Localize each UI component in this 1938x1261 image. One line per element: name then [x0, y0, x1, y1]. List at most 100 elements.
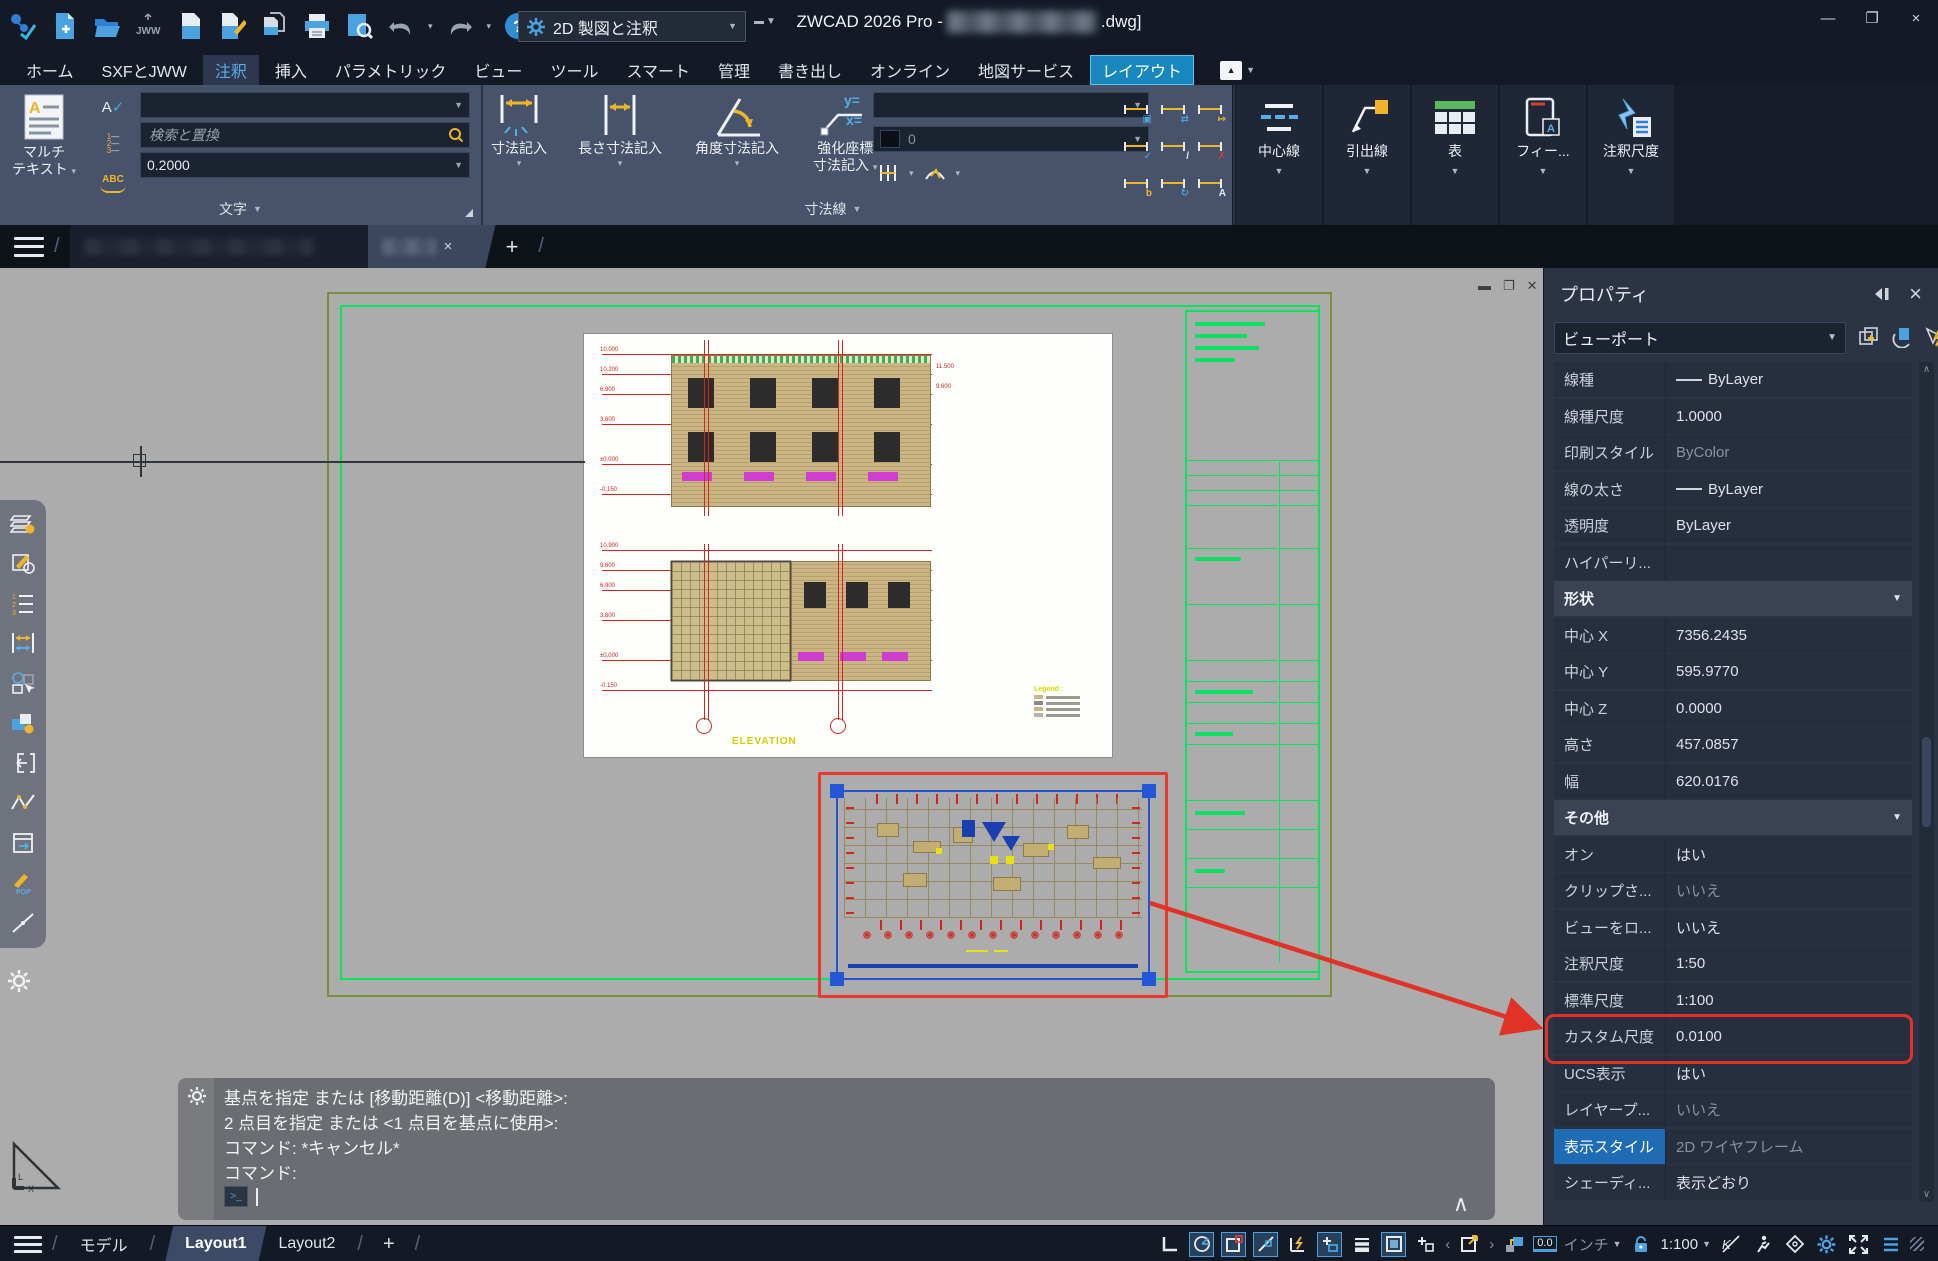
redo-icon[interactable] — [445, 10, 475, 42]
layout-tab-Layout2[interactable]: Layout2 — [266, 1226, 347, 1261]
doc-close-icon[interactable]: ✕ — [1527, 278, 1538, 294]
dim-precision-badge[interactable]: 0.0 — [1533, 1236, 1557, 1252]
properties-scrollbar[interactable]: ∧ ∨ — [1919, 362, 1934, 1202]
ortho-icon[interactable] — [1157, 1232, 1182, 1257]
workspace-dropdown[interactable]: 2D 製図と注釈 ▼ — [518, 11, 746, 42]
property-value[interactable]: 595.9770 — [1666, 654, 1912, 689]
selection-filter-icon[interactable] — [1782, 1232, 1807, 1257]
property-label[interactable]: UCS表示 — [1554, 1055, 1666, 1091]
text-group-label[interactable]: 文字 ▼ — [0, 199, 481, 219]
ribbon-tab-書き出し[interactable]: 書き出し — [766, 55, 854, 85]
redo-dropdown-caret[interactable]: ▾ — [487, 21, 492, 31]
property-value[interactable]: 0.0100 — [1666, 1019, 1912, 1054]
minimize-button[interactable]: — — [1806, 0, 1850, 36]
property-value[interactable]: 0.0000 — [1666, 690, 1912, 726]
property-value[interactable]: ByColor — [1666, 435, 1912, 470]
property-value[interactable]: 620.0176 — [1666, 763, 1912, 799]
document-tab-active[interactable]: × — [367, 225, 496, 268]
resize-grip[interactable] — [1910, 1237, 1924, 1251]
property-label[interactable]: ハイパーリ... — [1554, 544, 1666, 580]
ribbon-tab-地図サービス[interactable]: 地図サービス — [966, 55, 1086, 85]
dim-style-manager-icon[interactable] — [875, 161, 901, 185]
annotation-scale-button[interactable]: 注釈尺度 ▼ — [1588, 85, 1674, 225]
multiline-text-button[interactable]: A マルチ テキスト ▾ — [12, 93, 76, 178]
property-label[interactable]: 注釈尺度 — [1554, 946, 1666, 981]
angular-dimension-button[interactable]: 角度寸法記入 ▾ — [695, 93, 779, 168]
property-value[interactable]: はい — [1666, 836, 1912, 872]
settings-gear-icon[interactable] — [1814, 1232, 1839, 1257]
menu-icon[interactable] — [14, 236, 44, 257]
edit-pencil-icon[interactable] — [10, 550, 37, 575]
dynamic-input-icon[interactable] — [1317, 1231, 1343, 1257]
select-objects-icon[interactable] — [1889, 324, 1914, 349]
ribbon-tab-管理[interactable]: 管理 — [706, 55, 762, 85]
numbered-list-icon[interactable]: 1 2 3 ― ― ― — [100, 131, 126, 155]
property-value[interactable]: いいえ — [1666, 1092, 1912, 1127]
text-arc-icon[interactable]: ABC — [100, 167, 126, 193]
property-value[interactable]: いいえ — [1666, 873, 1912, 908]
ribbon-tab-ツール[interactable]: ツール — [538, 55, 610, 85]
dim-reassociate-icon[interactable]: ↻ — [1155, 165, 1191, 201]
new-layout-button[interactable]: + — [383, 1233, 395, 1256]
property-value[interactable]: ByLayer — [1666, 362, 1912, 397]
ribbon-tab-スマート[interactable]: スマート — [614, 55, 702, 85]
dim-style-dropdown[interactable]: ▼ — [873, 92, 1149, 118]
new-file-icon[interactable] — [50, 10, 80, 42]
close-button[interactable]: × — [1894, 0, 1938, 36]
zwcad-logo-icon[interactable] — [8, 10, 38, 42]
viewport-grip[interactable] — [830, 972, 844, 986]
property-value[interactable]: 1.0000 — [1666, 398, 1912, 434]
ribbon-tab-オンライン[interactable]: オンライン — [858, 55, 962, 85]
runner-icon[interactable] — [1750, 1232, 1775, 1257]
open-folder-icon[interactable] — [92, 10, 122, 42]
property-label[interactable]: 中心 Y — [1554, 654, 1666, 689]
viewport-grip[interactable] — [830, 784, 844, 798]
ribbon-tab-注釈[interactable]: 注釈 — [202, 55, 259, 85]
object-type-dropdown[interactable]: ビューポート ▼ — [1554, 322, 1846, 354]
property-label[interactable]: ビューをロ... — [1554, 909, 1666, 945]
property-value[interactable]: 表示どおり — [1666, 1165, 1912, 1200]
otrack-icon[interactable] — [1253, 1231, 1279, 1257]
property-label[interactable]: カスタム尺度 — [1554, 1019, 1666, 1054]
dim-baseline-icon[interactable]: ⇄ — [1155, 91, 1191, 127]
ribbon-tab-ビュー[interactable]: ビュー — [462, 55, 534, 85]
property-label[interactable]: 中心 Z — [1554, 690, 1666, 726]
fullscreen-icon[interactable] — [1846, 1232, 1871, 1257]
lineweight-icon[interactable] — [1349, 1232, 1374, 1257]
ribbon-tab-SXFとJWW[interactable]: SXFとJWW — [90, 55, 199, 85]
viewport-selection-border[interactable] — [830, 784, 1156, 986]
property-value[interactable]: 7356.2435 — [1666, 617, 1912, 653]
collapse-command-icon[interactable]: ∧ — [1453, 1193, 1469, 1215]
ribbon-options-caret[interactable]: ▼ — [1246, 65, 1255, 75]
scroll-up-icon[interactable]: ∧ — [1923, 364, 1930, 375]
search-replace-field[interactable] — [140, 122, 470, 148]
undo-icon[interactable] — [386, 10, 416, 42]
property-value[interactable] — [1666, 544, 1912, 580]
property-value[interactable]: いいえ — [1666, 909, 1912, 945]
property-value[interactable]: はい — [1666, 1055, 1912, 1091]
dim-delete-icon[interactable]: ✗ — [1192, 128, 1228, 164]
linear-dimension-button[interactable]: 長さ寸法記入 ▾ — [578, 93, 662, 168]
chevron-left-icon[interactable]: ‹ — [1445, 1236, 1450, 1253]
centerline-button[interactable]: 中心線 ▼ — [1236, 85, 1322, 225]
gear-icon[interactable] — [6, 968, 32, 999]
property-label[interactable]: シェーディ... — [1554, 1165, 1666, 1200]
property-label[interactable]: 透明度 — [1554, 508, 1666, 543]
property-label[interactable]: 標準尺度 — [1554, 982, 1666, 1018]
dimension-group-label[interactable]: 寸法線 ▼ — [483, 199, 1183, 219]
viewport-scale-selector[interactable]: 1:100 ▼ — [1661, 1236, 1711, 1253]
jww-import-icon[interactable]: JWW — [134, 10, 164, 42]
quick-dimension-icon[interactable]: ▣ — [1118, 91, 1154, 127]
new-tab-button[interactable]: + — [506, 234, 519, 260]
layout-tab-Layout1[interactable]: Layout1 — [165, 1226, 267, 1261]
dim-check-icon[interactable]: ✓ — [1118, 128, 1154, 164]
property-label[interactable]: 表示スタイル — [1554, 1128, 1666, 1164]
annotation-visibility-icon[interactable] — [1501, 1232, 1526, 1257]
osnap-icon[interactable] — [1221, 1231, 1247, 1257]
property-label[interactable]: レイヤープ... — [1554, 1092, 1666, 1127]
close-tab-icon[interactable]: × — [444, 238, 453, 255]
quick-select-icon[interactable] — [1856, 324, 1881, 349]
property-value[interactable]: ByLayer — [1666, 508, 1912, 543]
property-value[interactable]: 1:50 — [1666, 946, 1912, 981]
dim-continue-icon[interactable]: ↦ — [1192, 91, 1228, 127]
